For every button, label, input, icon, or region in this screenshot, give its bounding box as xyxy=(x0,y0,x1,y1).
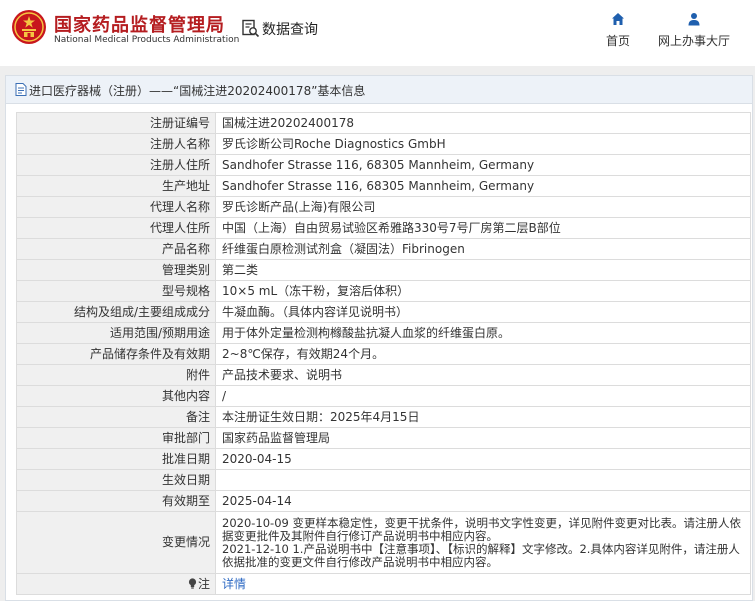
lightbulb-icon xyxy=(188,577,197,589)
field-label: 有效期至 xyxy=(16,490,216,512)
field-value: 国械注进20202400178 xyxy=(215,112,751,134)
field-value: Sandhofer Strasse 116, 68305 Mannheim, G… xyxy=(215,154,751,176)
table-row: 型号规格 10×5 mL（冻干粉，复溶后体积） xyxy=(16,280,751,302)
table-row: 其他内容 / xyxy=(16,385,751,407)
field-label: 审批部门 xyxy=(16,427,216,449)
document-icon xyxy=(15,83,27,96)
table-row-note: 注 详情 xyxy=(16,573,751,595)
table-row: 审批部门 国家药品监督管理局 xyxy=(16,427,751,449)
field-value: 第二类 xyxy=(215,259,751,281)
field-value: 2020-04-15 xyxy=(215,448,751,470)
field-label: 管理类别 xyxy=(16,259,216,281)
note-label-cell: 注 xyxy=(16,573,216,595)
field-label: 注册证编号 xyxy=(16,112,216,134)
change-entry: 2020-10-09 变更样本稳定性，变更干扰条件，说明书文字性变更，详见附件变… xyxy=(222,515,741,543)
content-background: 进口医疗器械（注册）——“国械注进20202400178”基本信息 注册证编号国… xyxy=(0,66,755,601)
field-value: 罗氏诊断公司Roche Diagnostics GmbH xyxy=(215,133,751,155)
field-value: 罗氏诊断产品(上海)有限公司 xyxy=(215,196,751,218)
field-label: 产品储存条件及有效期 xyxy=(16,343,216,365)
panel-title-bar: 进口医疗器械（注册）——“国械注进20202400178”基本信息 xyxy=(6,76,752,104)
field-value: 10×5 mL（冻干粉，复溶后体积） xyxy=(215,280,751,302)
table-row: 批准日期 2020-04-15 xyxy=(16,448,751,470)
table-row: 代理人住所 中国（上海）自由贸易试验区希雅路330号7号厂房第二层B部位 xyxy=(16,217,751,239)
field-value: 用于体外定量检测枸橼酸盐抗凝人血浆的纤维蛋白原。 xyxy=(215,322,751,344)
field-value: / xyxy=(215,385,751,407)
nav-home[interactable]: 首页 xyxy=(596,12,640,49)
detail-panel: 进口医疗器械（注册）——“国械注进20202400178”基本信息 注册证编号国… xyxy=(5,75,753,601)
document-search-icon xyxy=(242,19,260,38)
table-row: 生效日期 xyxy=(16,469,751,491)
change-entry: 2021-12-10 1.产品说明书中【注意事项】、【标识的解释】文字修改。2.… xyxy=(222,541,740,569)
field-label: 备注 xyxy=(16,406,216,428)
changes-label: 变更情况 xyxy=(16,511,216,574)
table-row: 产品名称 纤维蛋白原检测试剂盒（凝固法）Fibrinogen xyxy=(16,238,751,260)
field-label: 生效日期 xyxy=(16,469,216,491)
details-link[interactable]: 详情 xyxy=(222,577,246,591)
note-value: 详情 xyxy=(215,573,751,595)
field-label: 代理人住所 xyxy=(16,217,216,239)
field-label: 生产地址 xyxy=(16,175,216,197)
field-label: 适用范围/预期用途 xyxy=(16,322,216,344)
field-label: 附件 xyxy=(16,364,216,386)
field-value: 2~8℃保存，有效期24个月。 xyxy=(215,343,751,365)
user-icon xyxy=(688,13,700,26)
field-label: 型号规格 xyxy=(16,280,216,302)
field-value: 纤维蛋白原检测试剂盒（凝固法）Fibrinogen xyxy=(215,238,751,260)
field-value: 中国（上海）自由贸易试验区希雅路330号7号厂房第二层B部位 xyxy=(215,217,751,239)
table-row: 产品储存条件及有效期 2~8℃保存，有效期24个月。 xyxy=(16,343,751,365)
field-value: 牛凝血酶。（具体内容详见说明书） xyxy=(215,301,751,323)
nav-home-label: 首页 xyxy=(605,34,630,48)
table-row: 有效期至 2025-04-14 xyxy=(16,490,751,512)
changes-value: 2020-10-09 变更样本稳定性，变更干扰条件，说明书文字性变更，详见附件变… xyxy=(215,511,751,574)
nav-online-office[interactable]: 网上办事大厅 xyxy=(652,12,736,49)
field-label: 代理人名称 xyxy=(16,196,216,218)
field-label: 批准日期 xyxy=(16,448,216,470)
field-label: 注册人名称 xyxy=(16,133,216,155)
table-row: 管理类别 第二类 xyxy=(16,259,751,281)
field-label: 产品名称 xyxy=(16,238,216,260)
table-row: 适用范围/预期用途 用于体外定量检测枸橼酸盐抗凝人血浆的纤维蛋白原。 xyxy=(16,322,751,344)
table-row: 注册证编号 国械注进20202400178 xyxy=(16,112,751,134)
note-label: 注 xyxy=(197,576,210,591)
field-label: 结构及组成/主要组成成分 xyxy=(16,301,216,323)
table-row: 注册人住所 Sandhofer Strasse 116, 68305 Mannhe… xyxy=(16,154,751,176)
home-icon xyxy=(612,13,624,25)
nav-office-label: 网上办事大厅 xyxy=(657,34,730,48)
registration-info-table: 注册证编号 国械注进20202400178 注册人名称 罗氏诊断公司Roche Di… xyxy=(16,112,751,595)
table-row: 附件 产品技术要求、说明书 xyxy=(16,364,751,386)
table-row: 生产地址 Sandhofer Strasse 116, 68305 Mannhei… xyxy=(16,175,751,197)
panel-title: 进口医疗器械（注册）——“国械注进20202400178”基本信息 xyxy=(29,84,366,98)
table-row: 备注 本注册证生效日期：2025年4月15日 xyxy=(16,406,751,428)
field-label: 其他内容 xyxy=(16,385,216,407)
table-row-changes: 变更情况 2020-10-09 变更样本稳定性，变更干扰条件，说明书文字性变更，… xyxy=(16,511,751,574)
site-name-en: National Medical Products Administration xyxy=(54,35,240,45)
field-value: 国家药品监督管理局 xyxy=(215,427,751,449)
site-name-cn[interactable]: 国家药品监督管理局 xyxy=(54,11,225,37)
table-row: 注册人名称 罗氏诊断公司Roche Diagnostics GmbH xyxy=(16,133,751,155)
site-header: 国家药品监督管理局 National Medical Products Admi… xyxy=(0,0,755,66)
field-label: 注册人住所 xyxy=(16,154,216,176)
field-value xyxy=(215,469,751,491)
table-row: 代理人名称 罗氏诊断产品(上海)有限公司 xyxy=(16,196,751,218)
field-value: 本注册证生效日期：2025年4月15日 xyxy=(215,406,751,428)
field-value: 产品技术要求、说明书 xyxy=(215,364,751,386)
data-query-link[interactable]: 数据查询 xyxy=(262,19,318,39)
national-emblem-icon xyxy=(12,10,46,44)
field-value: 2025-04-14 xyxy=(215,490,751,512)
table-row: 结构及组成/主要组成成分 牛凝血酶。（具体内容详见说明书） xyxy=(16,301,751,323)
field-value: Sandhofer Strasse 116, 68305 Mannheim, G… xyxy=(215,175,751,197)
